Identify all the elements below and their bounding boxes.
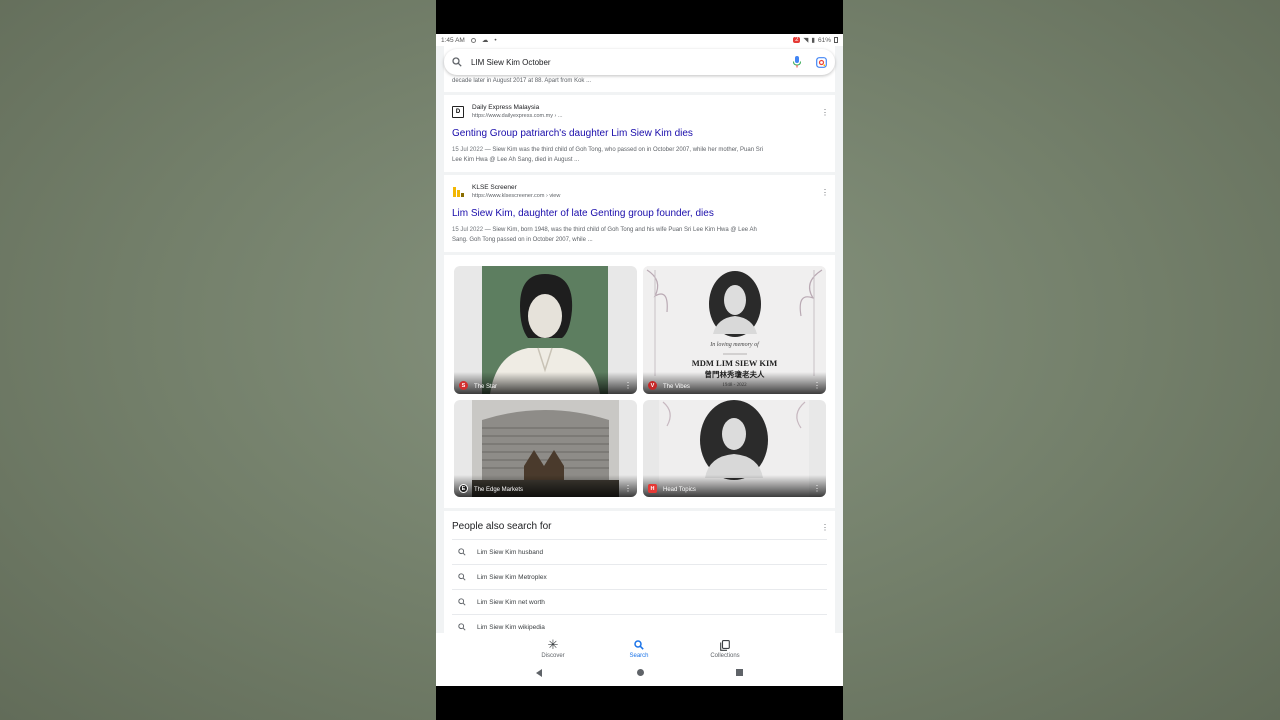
image-source-bar: S The Star ⋮	[454, 372, 637, 394]
lens-camera-icon[interactable]	[816, 56, 827, 68]
search-icon	[458, 623, 466, 631]
letterbox-bottom	[436, 686, 843, 720]
bottom-navigation: ✳ Discover Search Collections	[436, 633, 843, 686]
result-source[interactable]: KLSE Screener https://www.klsescreener.c…	[452, 183, 560, 200]
image-source-label: The Vibes	[663, 384, 690, 390]
images-section: S The Star ⋮ In loving memory of MDM LIM…	[444, 255, 835, 508]
related-search-item[interactable]: Lim Siew Kim Metroplex	[452, 564, 827, 589]
source-name: KLSE Screener	[472, 184, 517, 191]
people-also-search-section: People also search for ⋮ Lim Siew Kim hu…	[444, 511, 835, 633]
result-card[interactable]: D Daily Express Malaysia https://www.dai…	[444, 95, 835, 172]
more-options-icon[interactable]: ⋮	[813, 381, 821, 390]
phone-screen: 1:45 AM ☁ • 2 ◥ ▮ 61% decade later in Au…	[436, 0, 843, 720]
the-star-logo-icon: S	[459, 381, 468, 390]
results-scroll[interactable]: decade later in August 2017 at 88. Apart…	[436, 46, 843, 633]
the-edge-logo-icon: E	[459, 484, 468, 493]
memorial-caption: In loving memory of	[710, 342, 759, 348]
daily-express-favicon-icon: D	[452, 105, 464, 118]
status-time: 1:45 AM	[441, 36, 465, 44]
related-search-item[interactable]: Lim Siew Kim net worth	[452, 589, 827, 614]
result-snippet: 15 Jul 2022 — Siew Kim was the third chi…	[452, 147, 764, 163]
result-date: 15 Jul 2022	[452, 227, 484, 233]
result-date: 15 Jul 2022	[452, 147, 484, 153]
search-icon	[458, 573, 466, 581]
more-options-icon[interactable]: ⋮	[624, 484, 632, 493]
battery-text: 61%	[817, 36, 831, 44]
image-result-the-vibes[interactable]: In loving memory of MDM LIM SIEW KIM 曾門林…	[643, 266, 826, 394]
result-source[interactable]: D Daily Express Malaysia https://www.dai…	[452, 103, 562, 120]
back-icon[interactable]	[536, 669, 542, 677]
image-source-bar: H Head Topics ⋮	[643, 475, 826, 497]
nav-search-label: Search	[629, 653, 649, 659]
collections-icon	[695, 638, 755, 652]
more-options-icon[interactable]: ⋮	[821, 524, 829, 532]
image-source-label: The Star	[474, 384, 498, 390]
more-options-icon[interactable]: ⋮	[821, 189, 829, 197]
related-search-label: Lim Siew Kim Metroplex	[477, 573, 547, 581]
status-bar: 1:45 AM ☁ • 2 ◥ ▮ 61%	[436, 34, 843, 46]
search-icon	[458, 548, 466, 556]
microphone-icon[interactable]	[792, 56, 802, 68]
result-title-link[interactable]: Lim Siew Kim, daughter of late Genting g…	[452, 208, 714, 219]
status-app-icon	[470, 37, 476, 43]
status-dot-icon: •	[494, 36, 497, 44]
status-cloud-icon: ☁	[481, 37, 489, 44]
more-options-icon[interactable]: ⋮	[813, 484, 821, 493]
related-search-label: Lim Siew Kim wikipedia	[477, 623, 545, 631]
nav-discover[interactable]: ✳ Discover	[523, 637, 583, 659]
search-icon	[609, 638, 669, 652]
image-source-label: The Edge Markets	[474, 487, 524, 493]
recents-icon[interactable]	[736, 669, 743, 676]
image-result-head-topics[interactable]: H Head Topics ⋮	[643, 400, 826, 497]
search-icon	[458, 598, 466, 606]
search-icon	[452, 57, 462, 67]
result-card[interactable]: KLSE Screener https://www.klsescreener.c…	[444, 175, 835, 252]
letterbox-top	[436, 0, 843, 34]
more-options-icon[interactable]: ⋮	[821, 109, 829, 117]
image-result-the-edge-markets[interactable]: E The Edge Markets ⋮	[454, 400, 637, 497]
nav-collections-label: Collections	[710, 653, 740, 659]
signal-icon: ▮	[811, 37, 815, 44]
related-search-item[interactable]: Lim Siew Kim husband	[452, 539, 827, 564]
nav-search[interactable]: Search	[609, 638, 669, 659]
result-snippet: 15 Jul 2022 — Siew Kim, born 1948, was t…	[452, 227, 757, 243]
nav-collections[interactable]: Collections	[695, 638, 755, 659]
notification-badge: 2	[793, 37, 801, 43]
search-bar[interactable]: LIM Siew Kim October	[444, 49, 835, 75]
more-options-icon[interactable]: ⋮	[624, 381, 632, 390]
image-result-the-star[interactable]: S The Star ⋮	[454, 266, 637, 394]
system-navigation	[436, 668, 843, 678]
image-source-bar: V The Vibes ⋮	[643, 372, 826, 394]
image-source-bar: E The Edge Markets ⋮	[454, 475, 637, 497]
source-url: https://www.dailyexpress.com.my › ...	[472, 113, 563, 119]
result-title-link[interactable]: Genting Group patriarch's daughter Lim S…	[452, 128, 693, 139]
home-icon[interactable]	[637, 669, 644, 676]
source-name: Daily Express Malaysia	[472, 104, 540, 111]
memorial-name: MDM LIM SIEW KIM	[691, 358, 778, 368]
nav-discover-label: Discover	[541, 653, 565, 659]
klse-screener-favicon-icon	[452, 186, 464, 198]
battery-icon	[834, 37, 838, 43]
people-also-search-title: People also search for	[452, 521, 552, 532]
related-search-item[interactable]: Lim Siew Kim wikipedia	[452, 614, 827, 633]
asterisk-icon: ✳	[547, 637, 559, 652]
image-source-label: Head Topics	[663, 487, 696, 493]
previous-snippet: decade later in August 2017 at 88. Apart…	[452, 78, 592, 84]
the-vibes-logo-icon: V	[648, 381, 657, 390]
related-search-label: Lim Siew Kim husband	[477, 548, 544, 556]
source-url: https://www.klsescreener.com › view	[472, 193, 561, 199]
head-topics-logo-icon: H	[648, 484, 657, 493]
related-search-label: Lim Siew Kim net worth	[477, 598, 545, 606]
wifi-icon: ◥	[803, 37, 809, 44]
search-input[interactable]: LIM Siew Kim October	[471, 58, 792, 67]
